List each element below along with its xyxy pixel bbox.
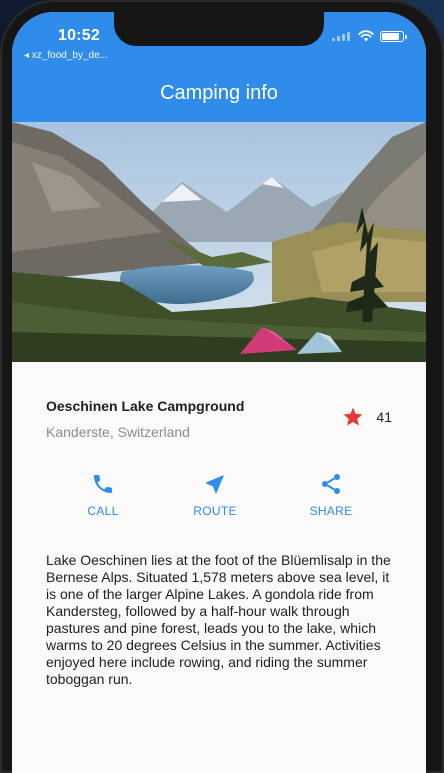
rating[interactable]: 41: [342, 406, 392, 428]
battery-icon: [380, 30, 407, 42]
star-icon[interactable]: [342, 406, 364, 428]
signal-icon: [332, 31, 352, 41]
wifi-icon: [358, 30, 374, 42]
notch: [114, 12, 324, 46]
share-icon: [322, 474, 340, 494]
page-title: Camping info: [160, 82, 278, 104]
action-row: CALL ROUTE SHARE: [12, 472, 426, 532]
back-to-app-link[interactable]: ◂ xz_food_by_de...: [24, 50, 108, 61]
background: 10:52 ◂ xz_food_by_de... Camping info Oe…: [0, 0, 444, 773]
call-label: CALL: [87, 504, 119, 518]
route-label: ROUTE: [193, 504, 237, 518]
share-button[interactable]: SHARE: [296, 472, 366, 518]
hero-image: [12, 122, 426, 362]
phone-screen: 10:52 ◂ xz_food_by_de... Camping info Oe…: [12, 12, 426, 773]
call-button[interactable]: CALL: [68, 472, 138, 518]
status-icons: [332, 30, 407, 42]
phone-frame: 10:52 ◂ xz_food_by_de... Camping info Oe…: [0, 0, 444, 773]
share-label: SHARE: [309, 504, 353, 518]
route-button[interactable]: ROUTE: [180, 472, 250, 518]
content-area: Oeschinen Lake Campground Kanderste, Swi…: [12, 362, 426, 773]
rating-count: 41: [376, 409, 392, 425]
status-time: 10:52: [58, 27, 100, 44]
place-location: Kanderste, Switzerland: [46, 424, 190, 440]
place-name: Oeschinen Lake Campground: [46, 398, 245, 414]
navigation-icon: [206, 475, 224, 493]
description-text: Lake Oeschinen lies at the foot of the B…: [46, 552, 391, 687]
landscape-image: [12, 122, 426, 362]
phone-icon: [94, 475, 112, 493]
